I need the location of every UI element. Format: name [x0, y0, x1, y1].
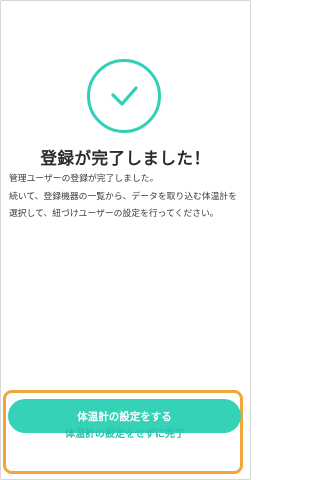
finish-without-setup-link[interactable]: 体温計の設定をせずに完了	[0, 428, 250, 442]
success-checkmark-icon	[87, 59, 161, 133]
completion-message-line1: 管理ユーザーの登録が完了しました。	[9, 174, 159, 184]
completion-message: 管理ユーザーの登録が完了しました。 続いて、登録機器の一覧から、データを取り込む…	[9, 171, 243, 224]
completion-title: 登録が完了しました！	[40, 149, 211, 168]
completion-message-line2: 続いて、登録機器の一覧から、データを取り込む体温計を選択して、紐づけユーザーの設…	[9, 191, 238, 220]
